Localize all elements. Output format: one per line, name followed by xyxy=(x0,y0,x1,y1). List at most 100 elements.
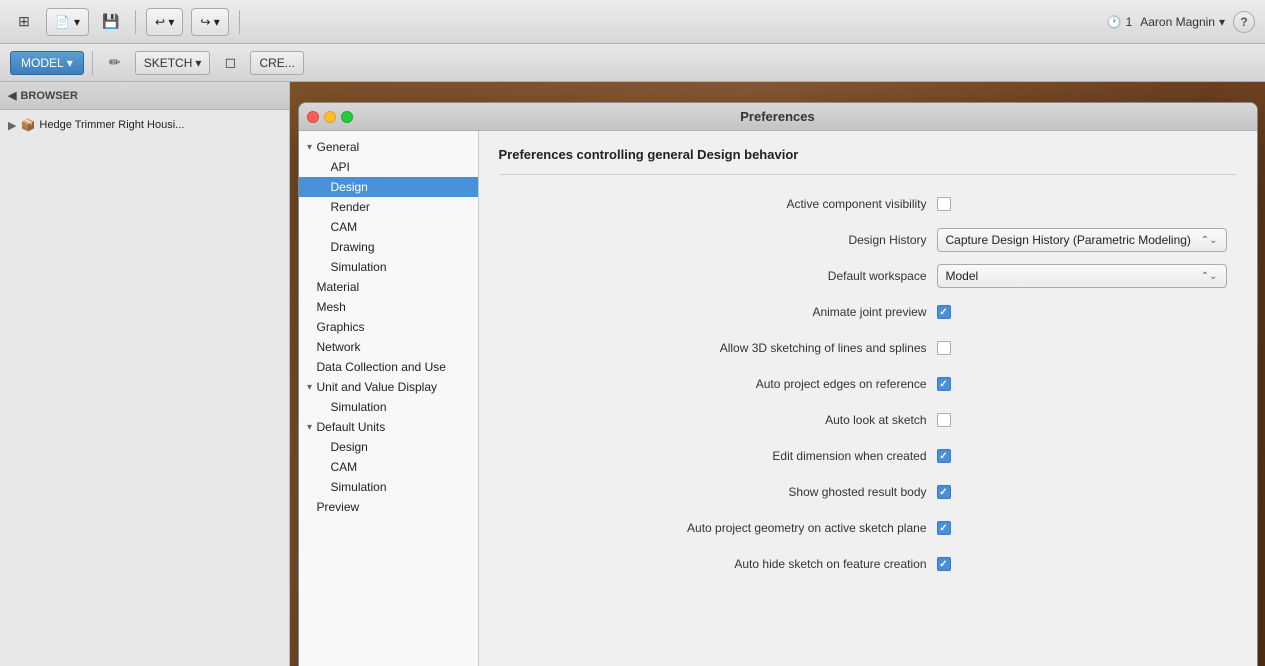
maximize-btn[interactable] xyxy=(341,111,353,123)
pref-tree-item-default-units[interactable]: ▾Default Units xyxy=(299,417,478,437)
dialog-body: ▾GeneralAPIDesignRenderCAMDrawingSimulat… xyxy=(299,131,1257,666)
user-name-area: Aaron Magnin ▾ xyxy=(1140,15,1225,29)
pref-item-label-default-units: Default Units xyxy=(317,420,386,434)
browser-header: ◀ BROWSER xyxy=(0,82,289,110)
pref-tree-item-cam-under-general[interactable]: CAM xyxy=(299,217,478,237)
pref-row-auto-project-geometry: Auto project geometry on active sketch p… xyxy=(499,515,1237,541)
pref-tree-item-design[interactable]: Design xyxy=(299,177,478,197)
pref-item-label-simulation-under-du: Simulation xyxy=(331,480,387,494)
pref-control-active-component-visibility xyxy=(937,197,1237,211)
select-default-workspace[interactable]: Model⌃⌄ xyxy=(937,264,1227,288)
create-icon-btn[interactable]: ◻ xyxy=(216,49,244,77)
pref-item-label-network: Network xyxy=(317,340,361,354)
content-header: Preferences controlling general Design b… xyxy=(499,147,1237,175)
checkbox-auto-look-at-sketch[interactable] xyxy=(937,413,951,427)
undo-btn[interactable]: ↩ ▾ xyxy=(146,8,183,36)
mac-toolbar: ⊞ 📄 ▾ 💾 ↩ ▾ ↪ ▾ 🕐 1 Aaron Magnin ▾ ? xyxy=(0,0,1265,44)
pref-tree-item-design-under-du[interactable]: Design xyxy=(299,437,478,457)
pref-item-label-preview: Preview xyxy=(317,500,360,514)
pref-control-default-workspace: Model⌃⌄ xyxy=(937,264,1237,288)
pref-item-label-simulation: Simulation xyxy=(331,260,387,274)
pref-label-show-ghosted-result-body: Show ghosted result body xyxy=(499,485,937,499)
pref-item-label-drawing: Drawing xyxy=(331,240,375,254)
pref-label-auto-project-edges: Auto project edges on reference xyxy=(499,377,937,391)
pref-row-edit-dimension-when-created: Edit dimension when created xyxy=(499,443,1237,469)
sep1 xyxy=(135,10,136,34)
collapse-icon[interactable]: ◀ xyxy=(8,89,16,102)
pref-label-active-component-visibility: Active component visibility xyxy=(499,197,937,211)
sketch-icon-btn[interactable]: ✏ xyxy=(101,49,129,77)
clock-count: 1 xyxy=(1126,15,1133,29)
pref-tree-item-network[interactable]: Network xyxy=(299,337,478,357)
pref-tree-item-data-collection[interactable]: Data Collection and Use xyxy=(299,357,478,377)
checkbox-animate-joint-preview[interactable] xyxy=(937,305,951,319)
save-btn[interactable]: 💾 xyxy=(97,8,125,36)
pref-control-animate-joint-preview xyxy=(937,305,1237,319)
user-name: Aaron Magnin xyxy=(1140,15,1215,29)
browser-content: ▶ 📦 Hedge Trimmer Right Housi... xyxy=(0,110,289,666)
select-design-history[interactable]: Capture Design History (Parametric Model… xyxy=(937,228,1227,252)
pref-item-label-api: API xyxy=(331,160,350,174)
pref-control-design-history: Capture Design History (Parametric Model… xyxy=(937,228,1237,252)
pref-label-edit-dimension-when-created: Edit dimension when created xyxy=(499,449,937,463)
sep2 xyxy=(239,10,240,34)
pref-item-label-cam-under-general: CAM xyxy=(331,220,358,234)
checkbox-allow-3d-sketching[interactable] xyxy=(937,341,951,355)
pref-control-auto-look-at-sketch xyxy=(937,413,1237,427)
pref-tree-item-drawing[interactable]: Drawing xyxy=(299,237,478,257)
create-label: CRE... xyxy=(259,56,294,70)
pref-row-default-workspace: Default workspaceModel⌃⌄ xyxy=(499,263,1237,289)
redo-btn[interactable]: ↪ ▾ xyxy=(191,8,228,36)
pref-row-auto-look-at-sketch: Auto look at sketch xyxy=(499,407,1237,433)
pref-row-active-component-visibility: Active component visibility xyxy=(499,191,1237,217)
select-value-design-history: Capture Design History (Parametric Model… xyxy=(946,233,1191,247)
checkbox-auto-project-geometry[interactable] xyxy=(937,521,951,535)
select-arrow-design-history: ⌃⌄ xyxy=(1201,235,1218,246)
sketch-btn[interactable]: SKETCH ▾ xyxy=(135,51,211,75)
preferences-tree-panel: ▾GeneralAPIDesignRenderCAMDrawingSimulat… xyxy=(299,131,479,666)
tree-arrow-unit-value-display: ▾ xyxy=(303,382,317,393)
pref-tree-item-mesh[interactable]: Mesh xyxy=(299,297,478,317)
pref-item-label-render: Render xyxy=(331,200,370,214)
file-menu-btn[interactable]: 📄 ▾ xyxy=(46,8,89,36)
close-btn[interactable] xyxy=(307,111,319,123)
pref-tree-item-material[interactable]: Material xyxy=(299,277,478,297)
pref-label-auto-project-geometry: Auto project geometry on active sketch p… xyxy=(499,521,937,535)
checkbox-auto-project-edges[interactable] xyxy=(937,377,951,391)
checkbox-active-component-visibility[interactable] xyxy=(937,197,951,211)
traffic-lights xyxy=(307,111,353,123)
create-btn[interactable]: CRE... xyxy=(250,51,303,75)
pref-item-label-general: General xyxy=(317,140,360,154)
apps-icon[interactable]: ⊞ xyxy=(10,8,38,36)
minimize-btn[interactable] xyxy=(324,111,336,123)
help-btn[interactable]: ? xyxy=(1233,11,1255,33)
pref-control-auto-hide-sketch xyxy=(937,557,1237,571)
clock-icon: 🕐 xyxy=(1107,15,1122,29)
checkbox-auto-hide-sketch[interactable] xyxy=(937,557,951,571)
pref-tree-item-simulation[interactable]: Simulation xyxy=(299,257,478,277)
pref-tree-item-render[interactable]: Render xyxy=(299,197,478,217)
pref-tree-item-simulation-under-uvd[interactable]: Simulation xyxy=(299,397,478,417)
file-icon: 📄 xyxy=(55,15,70,29)
pref-item-label-mesh: Mesh xyxy=(317,300,346,314)
pref-tree-item-simulation-under-du[interactable]: Simulation xyxy=(299,477,478,497)
pref-tree-item-preview[interactable]: Preview xyxy=(299,497,478,517)
browser-tree-item[interactable]: ▶ 📦 Hedge Trimmer Right Housi... xyxy=(0,114,289,136)
pref-tree-item-unit-value-display[interactable]: ▾Unit and Value Display xyxy=(299,377,478,397)
model-btn[interactable]: MODEL ▾ xyxy=(10,51,84,75)
pref-tree-item-cam-under-du[interactable]: CAM xyxy=(299,457,478,477)
pref-item-label-material: Material xyxy=(317,280,360,294)
checkbox-show-ghosted-result-body[interactable] xyxy=(937,485,951,499)
pref-tree-item-general[interactable]: ▾General xyxy=(299,137,478,157)
pref-tree-item-graphics[interactable]: Graphics xyxy=(299,317,478,337)
pref-item-label-unit-value-display: Unit and Value Display xyxy=(317,380,438,394)
pref-tree-item-api[interactable]: API xyxy=(299,157,478,177)
pref-row-auto-project-edges: Auto project edges on reference xyxy=(499,371,1237,397)
toolbar-right: 🕐 1 Aaron Magnin ▾ ? xyxy=(1107,11,1255,33)
pref-row-allow-3d-sketching: Allow 3D sketching of lines and splines xyxy=(499,335,1237,361)
checkbox-edit-dimension-when-created[interactable] xyxy=(937,449,951,463)
select-value-default-workspace: Model xyxy=(946,269,979,283)
pref-control-auto-project-edges xyxy=(937,377,1237,391)
arrow-icon: ▶ xyxy=(8,119,16,132)
pref-row-show-ghosted-result-body: Show ghosted result body xyxy=(499,479,1237,505)
